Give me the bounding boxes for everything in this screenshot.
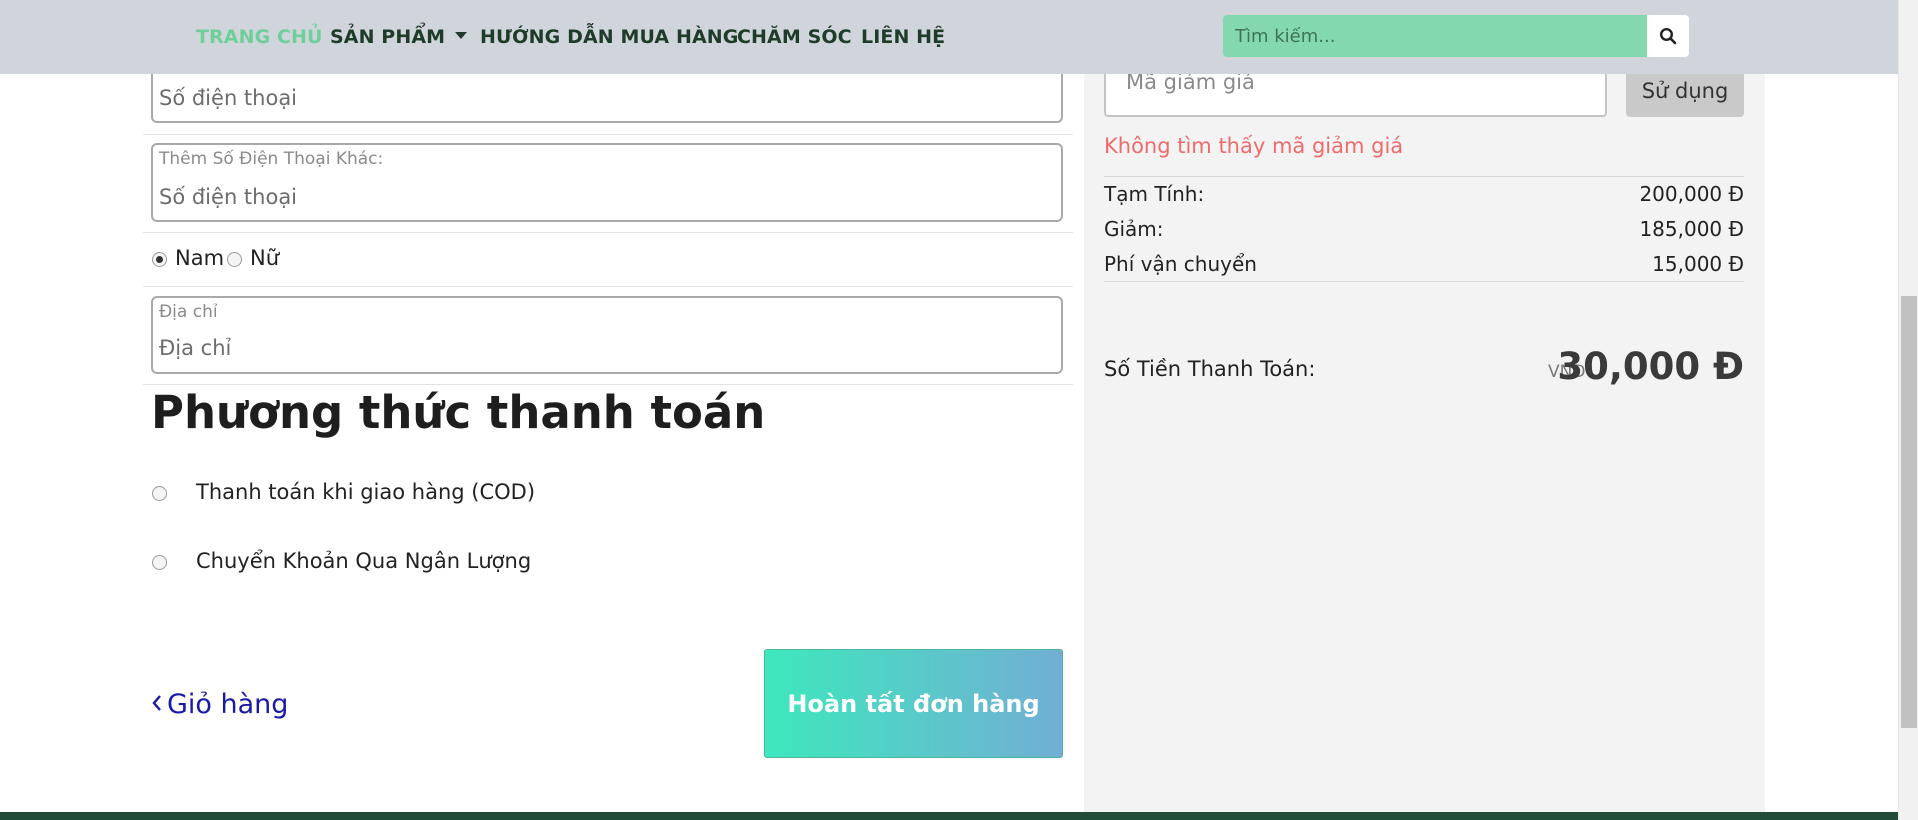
divider <box>143 286 1073 287</box>
nav-item-home[interactable]: TRANG CHỦ <box>196 26 323 48</box>
gender-radio-female[interactable] <box>227 252 242 267</box>
gender-radio-male[interactable] <box>152 252 167 267</box>
other-phone-label: Thêm Số Điện Thoại Khác: <box>159 149 384 169</box>
page-scrollbar[interactable] <box>1898 0 1918 820</box>
payment-method-title: Phương thức thanh toán <box>151 386 766 439</box>
divider <box>1104 176 1744 177</box>
nav-item-care[interactable]: CHĂM SÓC <box>737 26 852 48</box>
divider <box>143 384 1073 385</box>
footer <box>0 812 1898 820</box>
back-to-cart-label: Giỏ hàng <box>167 689 289 720</box>
subtotal-value: 200,000 Đ <box>1639 182 1744 206</box>
gender-label-male: Nam <box>175 246 225 270</box>
shipping-value: 15,000 Đ <box>1652 252 1744 276</box>
nav-item-contact[interactable]: LIÊN HỆ <box>861 26 945 48</box>
search-button[interactable] <box>1647 15 1689 57</box>
chevron-left-icon <box>152 695 161 711</box>
nav-item-shopping-guide[interactable]: HƯỚNG DẪN MUA HÀNG <box>480 26 738 48</box>
total-amount: 30,000 Đ <box>1557 345 1744 388</box>
payment-radio-cod[interactable] <box>152 486 167 501</box>
order-summary-panel <box>1084 0 1765 820</box>
caret-down-icon <box>455 32 468 39</box>
gender-label-female: Nữ <box>250 246 280 270</box>
address-input[interactable]: Địa chỉ <box>159 336 231 360</box>
divider <box>1104 281 1744 282</box>
address-label: Địa chỉ <box>159 302 218 322</box>
payment-label-cod: Thanh toán khi giao hàng (COD) <box>196 480 536 504</box>
address-field[interactable]: Địa chỉ Địa chỉ <box>151 296 1063 374</box>
divider <box>143 232 1073 233</box>
search-icon <box>1659 27 1677 45</box>
search-input[interactable] <box>1223 15 1647 57</box>
phone-input[interactable]: Số điện thoại <box>159 86 297 110</box>
nav-item-products[interactable]: SẢN PHẨM <box>330 26 468 48</box>
total-label: Số Tiền Thanh Toán: <box>1104 357 1316 381</box>
back-to-cart-link[interactable]: Giỏ hàng <box>151 689 288 720</box>
scrollbar-thumb[interactable] <box>1901 296 1917 728</box>
other-phone-input[interactable]: Số điện thoại <box>159 185 297 209</box>
complete-order-button[interactable]: Hoàn tất đơn hàng <box>764 649 1063 758</box>
nav-item-products-label: SẢN PHẨM <box>330 26 446 48</box>
subtotal-label: Tạm Tính: <box>1104 182 1205 206</box>
divider <box>143 134 1073 135</box>
payment-label-nganluong: Chuyển Khoản Qua Ngân Lượng <box>196 549 532 573</box>
other-phone-field[interactable]: Thêm Số Điện Thoại Khác: Số điện thoại <box>151 143 1063 222</box>
shipping-label: Phí vận chuyển <box>1104 252 1257 276</box>
discount-value: 185,000 Đ <box>1639 217 1744 241</box>
coupon-error-message: Không tìm thấy mã giảm giá <box>1104 134 1404 158</box>
discount-label: Giảm: <box>1104 217 1164 241</box>
top-navbar: TRANG CHỦ SẢN PHẨM HƯỚNG DẪN MUA HÀNG CH… <box>0 0 1898 74</box>
payment-radio-nganluong[interactable] <box>152 555 167 570</box>
